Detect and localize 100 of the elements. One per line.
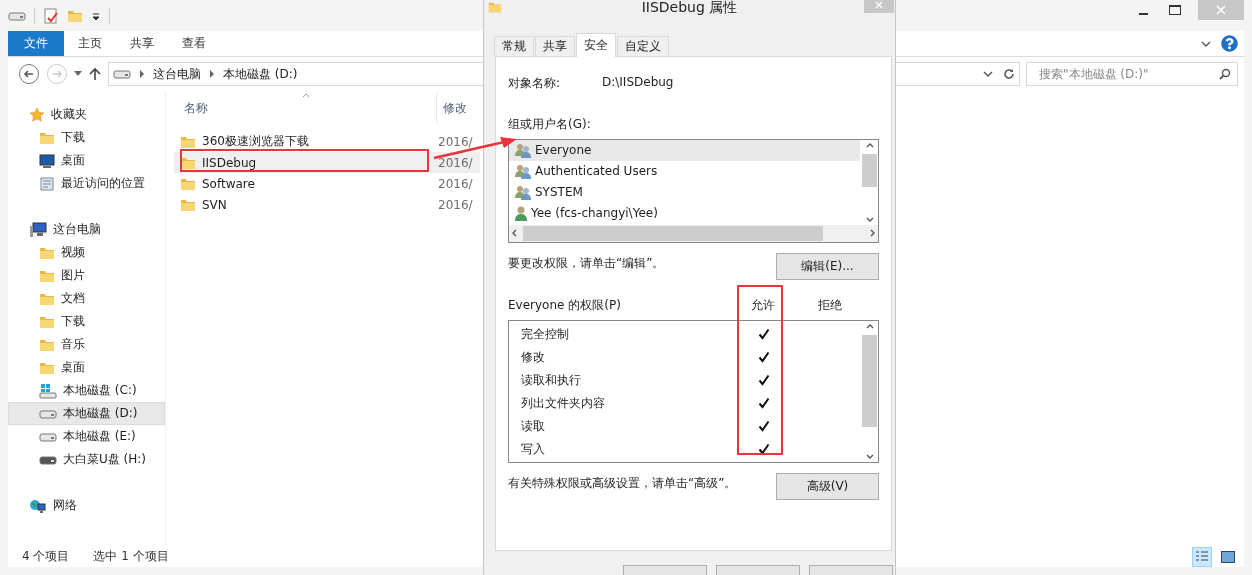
- ribbon-tab[interactable]: 主页: [64, 31, 116, 56]
- breadcrumb[interactable]: 这台电脑: [153, 65, 201, 83]
- navigation-label: 网络: [53, 497, 77, 514]
- navigation-item[interactable]: 本地磁盘 (E:): [8, 425, 165, 448]
- status-text: 选中 1 个项目: [93, 548, 169, 565]
- navigation-item[interactable]: 音乐: [8, 333, 165, 356]
- up-button[interactable]: [88, 67, 102, 81]
- file-date: 2016/: [437, 155, 474, 170]
- breadcrumb-arrow-icon[interactable]: [209, 70, 215, 78]
- close-icon: [1216, 5, 1226, 15]
- drive-icon: [8, 9, 26, 22]
- drive-icon: [39, 453, 57, 466]
- navigation-label: 音乐: [61, 336, 85, 353]
- edit-hint: 要更改权限，请单击“编辑”。: [508, 254, 665, 272]
- navigation-item[interactable]: 这台电脑: [8, 218, 165, 241]
- navigation-label: 最近访问的位置: [61, 175, 145, 192]
- breadcrumb[interactable]: 本地磁盘 (D:): [223, 65, 298, 83]
- dialog-tab[interactable]: 自定义: [617, 35, 669, 56]
- recent-locations-icon[interactable]: [74, 71, 82, 77]
- navigation-label: 本地磁盘 (E:): [63, 428, 136, 445]
- horizontal-scrollbar[interactable]: [509, 224, 878, 242]
- address-dropdown-icon[interactable]: [983, 69, 993, 79]
- file-date: 2016/: [437, 134, 474, 149]
- navigation-label: 本地磁盘 (D:): [63, 405, 138, 422]
- properties-icon[interactable]: [43, 7, 59, 24]
- navigation-item[interactable]: 下载: [8, 126, 165, 149]
- navigation-item[interactable]: 最近访问的位置: [8, 172, 165, 195]
- file-date: 2016/: [437, 197, 474, 212]
- users-icon: [514, 184, 532, 201]
- dialog-tab[interactable]: 共享: [535, 35, 575, 56]
- column-header[interactable]: 名称: [174, 93, 436, 123]
- user-name: SYSTEM: [535, 185, 583, 200]
- user-item[interactable]: Authenticated Users: [509, 160, 860, 182]
- column-header[interactable]: 修改: [436, 93, 480, 123]
- dialog-tab[interactable]: 安全: [576, 32, 616, 57]
- navigation-item[interactable]: 视频: [8, 241, 165, 264]
- user-item[interactable]: Everyone: [509, 139, 860, 161]
- deny-header: 拒绝: [817, 296, 843, 314]
- navigation-item[interactable]: 下载: [8, 310, 165, 333]
- file-row[interactable]: IISDebug 2016/: [174, 152, 480, 173]
- permission-name: 修改: [520, 348, 546, 366]
- navigation-item[interactable]: 文档: [8, 287, 165, 310]
- dropdown-icon[interactable]: [91, 10, 101, 21]
- system-drive-icon: [39, 382, 57, 399]
- navigation-item[interactable]: 本地磁盘 (D:): [8, 402, 165, 425]
- minimize-icon: [1138, 12, 1148, 15]
- permission-name: 读取: [520, 417, 546, 435]
- ribbon-tab[interactable]: 查看: [168, 31, 220, 56]
- navigation-label: 图片: [61, 267, 85, 284]
- search-icon: [1219, 68, 1231, 80]
- file-name: 360极速浏览器下载: [202, 133, 309, 150]
- navigation-item[interactable]: 网络: [8, 494, 165, 517]
- folder-icon: [488, 0, 502, 14]
- navigation-item[interactable]: 桌面: [8, 149, 165, 172]
- advanced-button[interactable]: 高级(V): [776, 472, 879, 500]
- navigation-label: 这台电脑: [53, 221, 101, 238]
- ribbon-tab[interactable]: 共享: [116, 31, 168, 56]
- file-name: Software: [202, 176, 255, 191]
- file-row[interactable]: SVN 2016/: [174, 194, 480, 215]
- maximize-icon: [1169, 5, 1181, 15]
- user-item[interactable]: Yee (fcs-changyi\Yee): [509, 202, 860, 224]
- users-icon: [514, 163, 532, 180]
- file-name: SVN: [202, 197, 227, 212]
- user-item[interactable]: SYSTEM: [509, 181, 860, 203]
- navigation-item[interactable]: 大白菜U盘 (H:): [8, 448, 165, 471]
- navigation-item[interactable]: 收藏夹: [8, 103, 165, 126]
- drive-icon: [113, 68, 131, 80]
- breadcrumb-arrow-icon[interactable]: [139, 70, 145, 78]
- navigation-item[interactable]: 桌面: [8, 356, 165, 379]
- user-icon: [514, 205, 528, 222]
- navigation-label: 文档: [61, 290, 85, 307]
- permission-name: 列出文件夹内容: [520, 394, 606, 412]
- edit-button[interactable]: 编辑(E)...: [776, 252, 879, 280]
- refresh-icon[interactable]: [1003, 68, 1015, 80]
- navigation-label: 桌面: [61, 152, 85, 169]
- thumbnail-icon: [1221, 550, 1235, 563]
- status-text: 4 个项目: [22, 548, 70, 565]
- permission-name: 完全控制: [520, 325, 570, 343]
- star-icon: [29, 106, 45, 123]
- users-icon: [514, 142, 532, 159]
- navigation-item[interactable]: 本地磁盘 (C:): [8, 379, 165, 402]
- back-button[interactable]: [18, 63, 40, 85]
- dialog-title: IISDebug 属性: [641, 0, 738, 17]
- file-row[interactable]: 360极速浏览器下载 2016/: [174, 131, 480, 152]
- list-icon: [1195, 549, 1209, 564]
- help-icon[interactable]: [1221, 35, 1238, 52]
- object-name-value: D:\IISDebug: [602, 74, 674, 91]
- object-name-label: 对象名称:: [508, 74, 562, 92]
- navigation-label: 本地磁盘 (C:): [63, 382, 137, 399]
- search-field[interactable]: 搜索"本地磁盘 (D:)": [1026, 62, 1238, 86]
- user-name: Everyone: [535, 143, 592, 158]
- drive-icon: [39, 430, 57, 443]
- recent-places-icon: [39, 175, 55, 192]
- file-menu-tab[interactable]: 文件: [8, 31, 64, 56]
- navigation-label: 下载: [61, 129, 85, 146]
- advanced-hint: 有关特殊权限或高级设置，请单击“高级”。: [508, 474, 737, 492]
- navigation-item[interactable]: 图片: [8, 264, 165, 287]
- details-view-button[interactable]: [1192, 546, 1212, 567]
- file-row[interactable]: Software 2016/: [174, 173, 480, 194]
- dialog-tab[interactable]: 常规: [494, 35, 534, 56]
